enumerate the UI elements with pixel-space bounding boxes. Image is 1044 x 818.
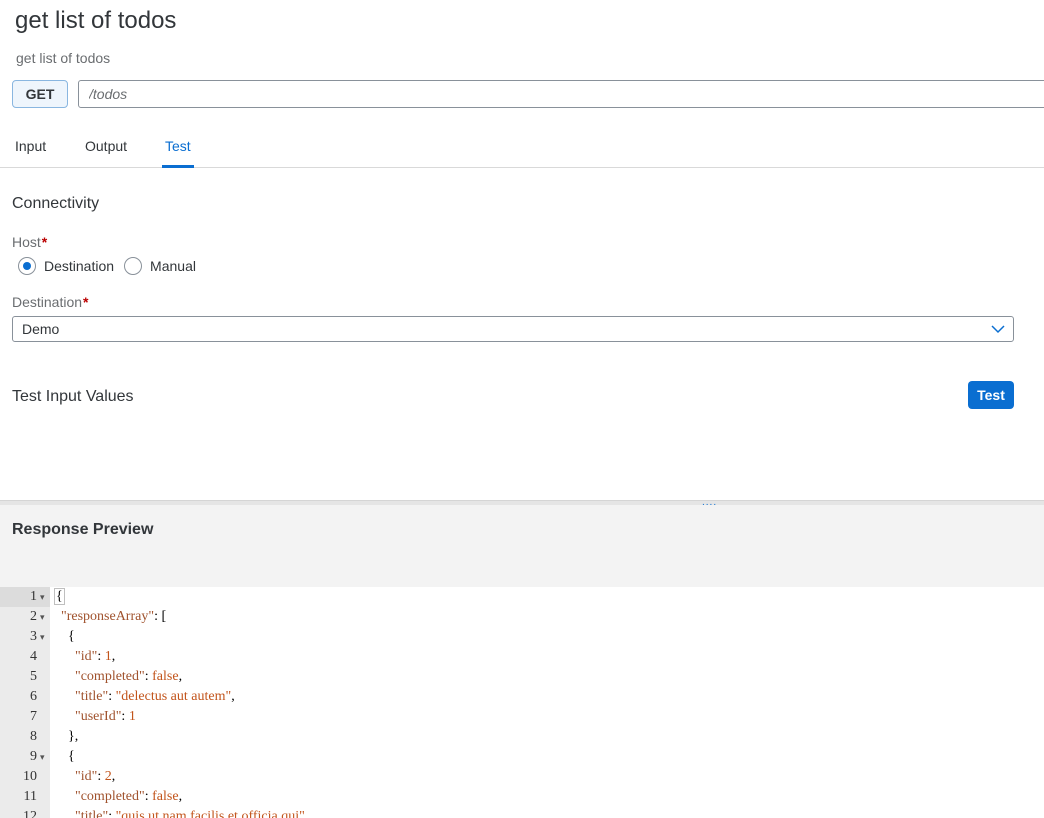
destination-select-value: Demo: [22, 321, 60, 337]
code-text: "completed": false,: [75, 789, 183, 804]
response-preview-header: Response Preview: [0, 505, 1044, 587]
line-number: 11: [23, 789, 37, 804]
code-text: },: [54, 729, 79, 744]
code-text: {: [54, 749, 75, 764]
code-line: 2 ▾ "responseArray": [: [0, 607, 1044, 627]
code-text: {: [54, 629, 75, 644]
tab-test[interactable]: Test: [162, 138, 194, 168]
destination-select[interactable]: Demo: [12, 316, 1014, 342]
response-preview-title: Response Preview: [12, 521, 154, 538]
line-number: 7: [30, 709, 37, 724]
code-line: 6 "title": "delectus aut autem",: [0, 687, 1044, 707]
http-method-badge: GET: [12, 80, 68, 108]
chevron-down-icon[interactable]: [991, 322, 1005, 336]
host-label-text: Host: [12, 234, 41, 250]
code-text: "title": "quis ut nam facilis et officia…: [75, 809, 309, 818]
line-number: 5: [30, 669, 37, 684]
code-line: 9 ▾ {: [0, 747, 1044, 767]
tab-input[interactable]: Input: [15, 138, 46, 168]
test-button[interactable]: Test: [968, 381, 1014, 409]
line-number: 3: [30, 629, 37, 644]
line-number: 6: [30, 689, 37, 704]
code-text: "completed": false,: [75, 669, 183, 684]
tab-bar: Input Output Test: [0, 128, 1044, 168]
code-text: "title": "delectus aut autem",: [75, 689, 235, 704]
code-text: "id": 1,: [75, 649, 116, 664]
radio-manual[interactable]: [124, 257, 143, 275]
page-title: get list of todos: [15, 7, 177, 34]
required-asterisk: *: [83, 294, 89, 310]
line-number: 2: [30, 609, 37, 624]
code-text: {: [54, 588, 65, 605]
tab-output[interactable]: Output: [85, 138, 127, 168]
code-line: 11 "completed": false,: [0, 787, 1044, 807]
fold-toggle-icon[interactable]: ▾: [40, 747, 45, 767]
connectivity-section-title: Connectivity: [12, 195, 100, 212]
line-number: 12: [23, 809, 37, 818]
host-radio-group: Destination Manual: [18, 257, 206, 275]
line-number: 4: [30, 649, 37, 664]
code-line: 4 "id": 1,: [0, 647, 1044, 667]
code-line: 1 ▾{: [0, 587, 1044, 607]
fold-toggle-icon[interactable]: ▾: [40, 587, 45, 607]
code-line: 7 "userId": 1: [0, 707, 1044, 727]
test-input-values-title: Test Input Values: [12, 388, 134, 405]
radio-destination[interactable]: [18, 257, 36, 275]
radio-destination-label[interactable]: Destination: [44, 258, 114, 274]
response-code-editor[interactable]: 1 ▾{2 ▾ "responseArray": [3 ▾ {4 "id": 1, 5 …: [0, 587, 1044, 818]
page-subtitle: get list of todos: [16, 50, 111, 66]
code-text: "id": 2,: [75, 769, 116, 784]
fold-toggle-icon[interactable]: ▾: [40, 607, 45, 627]
code-line: 12 "title": "quis ut nam facilis et offi…: [0, 807, 1044, 818]
line-number: 8: [30, 729, 37, 744]
code-text: "responseArray": [: [61, 609, 167, 624]
code-line: 8 },: [0, 727, 1044, 747]
host-label: Host*: [12, 234, 47, 250]
endpoint-path-input[interactable]: [78, 80, 1044, 108]
code-line: 5 "completed": false,: [0, 667, 1044, 687]
destination-label: Destination*: [12, 294, 89, 310]
line-number: 10: [23, 769, 37, 784]
radio-manual-label[interactable]: Manual: [150, 258, 196, 274]
required-asterisk: *: [41, 234, 48, 250]
code-line: 3 ▾ {: [0, 627, 1044, 647]
destination-label-text: Destination: [12, 294, 83, 310]
code-text: "userId": 1: [75, 709, 136, 724]
fold-toggle-icon[interactable]: ▾: [40, 627, 45, 647]
code-line: 10 "id": 2,: [0, 767, 1044, 787]
line-number: 9: [30, 749, 37, 764]
